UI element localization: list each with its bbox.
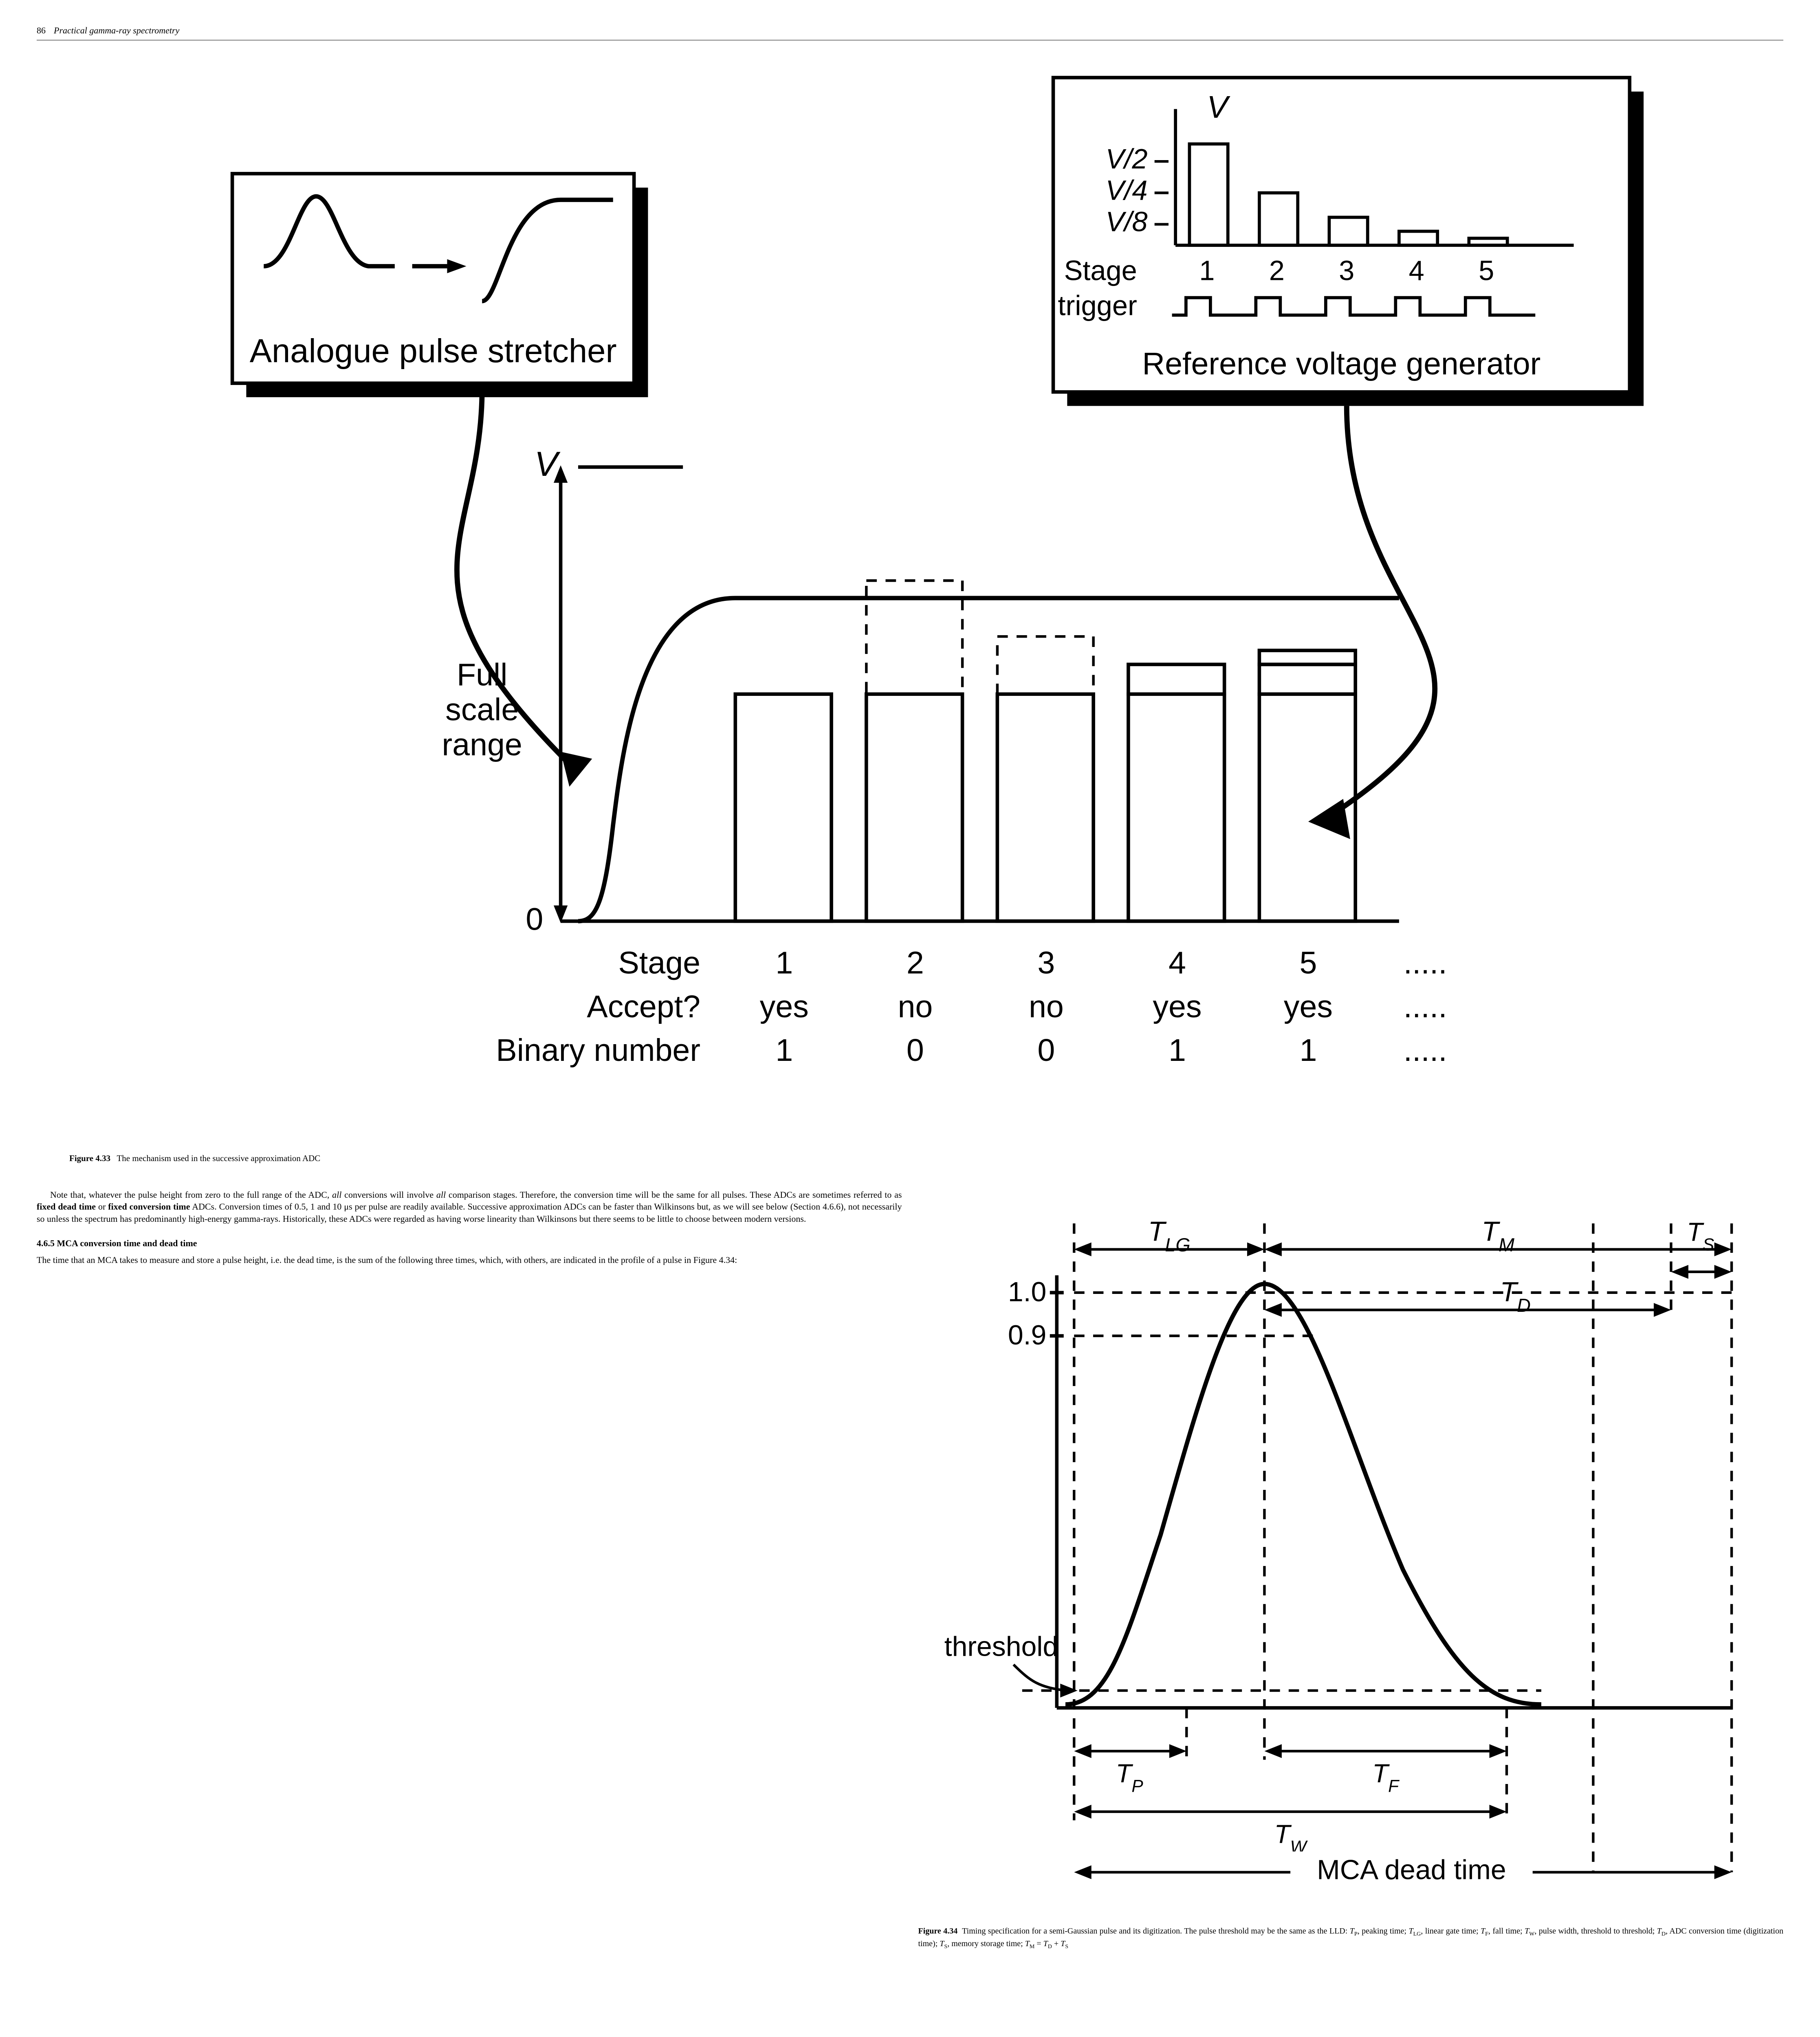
aps-label: Analogue pulse stretcher <box>250 332 617 370</box>
running-title: Practical gamma-ray spectrometry <box>54 24 179 37</box>
full-scale-2: scale <box>445 692 519 727</box>
fig33-num: Figure 4.33 <box>69 1153 110 1163</box>
row-accept-label: Accept? <box>587 989 700 1024</box>
rvg-trigger-label: trigger <box>1058 290 1137 321</box>
running-header: 86 Practical gamma-ray spectrometry <box>37 24 1783 37</box>
fig33-text: The mechanism used in the successive app… <box>117 1153 320 1163</box>
binary-c2: 0 <box>907 1033 924 1068</box>
rvg-s3: 3 <box>1339 255 1354 286</box>
rvg-v2: V/2 <box>1106 143 1148 174</box>
rvg-title: Reference voltage generator <box>1142 346 1541 381</box>
rvg-v4: V/4 <box>1106 174 1148 206</box>
tp-label: TP <box>1116 1759 1143 1795</box>
rvg-stage-label: Stage <box>1064 255 1137 286</box>
stage-c2: 2 <box>907 945 924 980</box>
row-binary-label: Binary number <box>496 1033 700 1068</box>
rvg-s4: 4 <box>1409 255 1424 286</box>
main-zero: 0 <box>526 902 543 937</box>
page-number: 86 <box>37 24 46 37</box>
rvg-v: V <box>1207 90 1230 125</box>
accept-c4: yes <box>1153 989 1202 1024</box>
accept-c1: yes <box>760 989 809 1024</box>
full-scale-1: Full <box>457 657 507 692</box>
rvg-s2: 2 <box>1269 255 1285 286</box>
two-column-layout: Note that, whatever the pulse height fro… <box>37 1189 1783 1951</box>
figure-4-33: Analogue pulse stretcher V V/2 V/4 V/8 S… <box>37 57 1783 1164</box>
figure-4-33-svg: Analogue pulse stretcher V V/2 V/4 V/8 S… <box>37 57 1783 1139</box>
figure-4-34-caption: Figure 4.34 Timing specification for a s… <box>918 1926 1784 1951</box>
threshold-label: threshold <box>944 1631 1058 1662</box>
binary-c6: ..... <box>1404 1033 1447 1068</box>
reference-voltage-generator-box: V V/2 V/4 V/8 Stage 1 2 3 4 5 trigger Re… <box>1053 77 1644 406</box>
accept-c5: yes <box>1284 989 1333 1024</box>
binary-c1: 1 <box>775 1033 793 1068</box>
accept-c2: no <box>898 989 933 1024</box>
accept-c3: no <box>1029 989 1064 1024</box>
fig34-num: Figure 4.34 <box>918 1927 958 1936</box>
section-heading-4-6-5: 4.6.5 MCA conversion time and dead time <box>37 1237 902 1249</box>
binary-c4: 1 <box>1169 1033 1186 1068</box>
paragraph-1: Note that, whatever the pulse height fro… <box>37 1189 902 1225</box>
binary-c5: 1 <box>1299 1033 1317 1068</box>
figure-4-33-caption: Figure 4.33 The mechanism used in the su… <box>69 1153 1783 1164</box>
y09: 0.9 <box>1008 1320 1046 1351</box>
tw-label: TW <box>1274 1819 1308 1856</box>
rvg-v8: V/8 <box>1106 206 1148 237</box>
binary-c3: 0 <box>1037 1033 1055 1068</box>
stage-c6: ..... <box>1404 945 1447 980</box>
full-scale-3: range <box>442 727 522 762</box>
main-plot: V Full scale range 0 Stage Accept? Binar… <box>442 444 1447 1068</box>
mca-label: MCA dead time <box>1317 1854 1506 1885</box>
tf-label: TF <box>1372 1759 1400 1795</box>
stage-c4: 4 <box>1169 945 1186 980</box>
stage-c5: 5 <box>1299 945 1317 980</box>
accept-c6: ..... <box>1404 989 1447 1024</box>
paragraph-2: The time that an MCA takes to measure an… <box>37 1254 902 1266</box>
figure-4-34-svg: 1.0 0.9 threshold TLG TM <box>918 1189 1784 1916</box>
left-column: Note that, whatever the pulse height fro… <box>37 1189 902 1274</box>
rvg-s5: 5 <box>1479 255 1494 286</box>
right-column: 1.0 0.9 threshold TLG TM <box>918 1189 1784 1951</box>
analogue-pulse-stretcher-box: Analogue pulse stretcher <box>232 174 648 397</box>
stage-c3: 3 <box>1037 945 1055 980</box>
rvg-s1: 1 <box>1199 255 1215 286</box>
stage-c1: 1 <box>775 945 793 980</box>
y10: 1.0 <box>1008 1276 1046 1307</box>
row-stage-label: Stage <box>618 945 700 980</box>
